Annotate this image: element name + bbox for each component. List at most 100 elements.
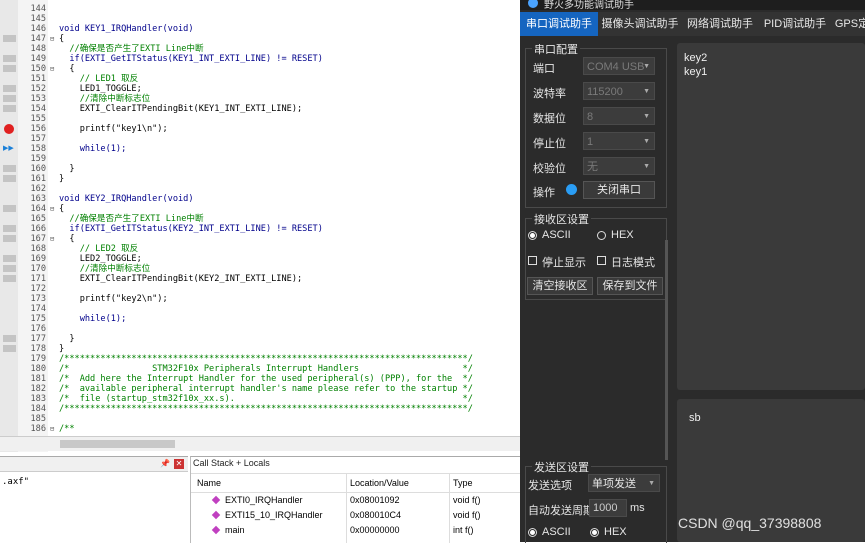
code-line[interactable]: 161} xyxy=(0,174,520,184)
tab-serial[interactable]: 串口调试助手 xyxy=(520,12,598,36)
code-line[interactable]: 145 xyxy=(0,14,520,24)
breakpoint-icon[interactable] xyxy=(4,124,14,134)
stopbits-select[interactable]: 1 ▼ xyxy=(583,132,655,150)
code-line[interactable]: 180 /* STM32F10x Peripherals Interrupt Ha… xyxy=(0,364,520,374)
code-editor[interactable]: 144 145 146 void KEY1_IRQHandler(void) 147 ⊟{… xyxy=(0,0,520,452)
code-line[interactable]: 159 xyxy=(0,154,520,164)
code-line[interactable]: 157 xyxy=(0,134,520,144)
code-line[interactable]: 166 if(EXTI_GetITStatus(KEY2_INT_EXTI_LI… xyxy=(0,224,520,234)
close-icon[interactable]: ✕ xyxy=(174,459,184,469)
code-line[interactable]: 182 /* available peripheral interrupt han… xyxy=(0,384,520,394)
code-line[interactable]: 148 //确保是否产生了EXTI Line中断 xyxy=(0,44,520,54)
recv-hex-radio[interactable] xyxy=(597,231,606,240)
code-line[interactable]: 174 xyxy=(0,304,520,314)
code-line[interactable]: 185 xyxy=(0,414,520,424)
code-line[interactable]: 170 //清除中断标志位 xyxy=(0,264,520,274)
executable-line-marker[interactable] xyxy=(3,95,16,102)
executable-line-marker[interactable] xyxy=(3,55,16,62)
side-scrollbar[interactable] xyxy=(665,240,668,460)
code-line[interactable]: 151 // LED1 取反 xyxy=(0,74,520,84)
code-line[interactable]: 164 ⊟{ xyxy=(0,204,520,214)
code-line[interactable]: 163 void KEY2_IRQHandler(void) xyxy=(0,194,520,204)
pin-icon[interactable]: 📌 xyxy=(160,459,170,469)
code-line[interactable]: 178} xyxy=(0,344,520,354)
code-line[interactable]: 181 /* Add here the Interrupt Handler for… xyxy=(0,374,520,384)
code-line[interactable]: 184 /************************************… xyxy=(0,404,520,414)
executable-line-marker[interactable] xyxy=(3,105,16,112)
column-header-location[interactable]: Location/Value xyxy=(350,478,409,488)
receive-area[interactable]: key2 key1 xyxy=(677,43,865,390)
fold-toggle-icon[interactable]: ⊟ xyxy=(50,424,58,434)
code-line[interactable]: 169 LED2_TOGGLE; xyxy=(0,254,520,264)
code-line[interactable]: 183 /* file (startup_stm32f10x_xx.s). */ xyxy=(0,394,520,404)
fold-toggle-icon[interactable]: ⊟ xyxy=(50,34,58,44)
databits-select[interactable]: 8 ▼ xyxy=(583,107,655,125)
executable-line-marker[interactable] xyxy=(3,65,16,72)
executable-line-marker[interactable] xyxy=(3,165,16,172)
code-line[interactable]: 168 // LED2 取反 xyxy=(0,244,520,254)
executable-line-marker[interactable] xyxy=(3,235,16,242)
code-line[interactable]: 160 } xyxy=(0,164,520,174)
port-select[interactable]: COM4 USB ▼ xyxy=(583,57,655,75)
executable-line-marker[interactable] xyxy=(3,35,16,42)
executable-line-marker[interactable] xyxy=(3,205,16,212)
executable-line-marker[interactable] xyxy=(3,85,16,92)
executable-line-marker[interactable] xyxy=(3,265,16,272)
code-line[interactable]: 146 void KEY1_IRQHandler(void) xyxy=(0,24,520,34)
parity-select[interactable]: 无 ▼ xyxy=(583,157,655,175)
horizontal-scrollbar[interactable] xyxy=(0,436,520,451)
code-line[interactable]: 172 xyxy=(0,284,520,294)
fold-toggle-icon[interactable]: ⊟ xyxy=(50,234,58,244)
fold-toggle-icon[interactable]: ⊟ xyxy=(50,204,58,214)
tab-camera[interactable]: 摄像头调试助手 xyxy=(600,12,680,36)
code-line[interactable]: 153 //清除中断标志位 xyxy=(0,94,520,104)
log-mode-checkbox[interactable] xyxy=(597,256,606,265)
executable-line-marker[interactable] xyxy=(3,175,16,182)
call-stack-row[interactable]: EXTI0_IRQHandler 0x08001092 void f() xyxy=(191,493,521,508)
code-line[interactable]: 144 xyxy=(0,4,520,14)
executable-line-marker[interactable] xyxy=(3,225,16,232)
send-ascii-radio[interactable] xyxy=(528,528,537,537)
clear-receive-button[interactable]: 清空接收区 xyxy=(527,277,593,295)
code-line[interactable]: 150 ⊟ { xyxy=(0,64,520,74)
code-line[interactable]: 177 } xyxy=(0,334,520,344)
column-header-name[interactable]: Name xyxy=(197,478,221,488)
send-hex-radio[interactable] xyxy=(590,528,599,537)
baud-select[interactable]: 115200 ▼ xyxy=(583,82,655,100)
executable-line-marker[interactable] xyxy=(3,275,16,282)
code-line[interactable]: 171 EXTI_ClearITPendingBit(KEY2_INT_EXTI… xyxy=(0,274,520,284)
code-line[interactable]: 186 ⊟/** xyxy=(0,424,520,434)
stop-display-checkbox[interactable] xyxy=(528,256,537,265)
send-option-select[interactable]: 单项发送 ▼ xyxy=(588,474,660,492)
save-to-file-button[interactable]: 保存到文件 xyxy=(597,277,663,295)
scrollbar-thumb[interactable] xyxy=(60,440,175,448)
code-line[interactable]: 152 LED1_TOGGLE; xyxy=(0,84,520,94)
code-line[interactable]: 176 xyxy=(0,324,520,334)
code-line[interactable]: 147 ⊟{ xyxy=(0,34,520,44)
recv-ascii-radio[interactable] xyxy=(528,231,537,240)
code-line[interactable]: 165 //确保是否产生了EXTI Line中断 xyxy=(0,214,520,224)
code-line[interactable]: 162 xyxy=(0,184,520,194)
call-stack-row[interactable]: main 0x00000000 int f() xyxy=(191,523,521,538)
code-line[interactable]: 175 while(1); xyxy=(0,314,520,324)
code-line[interactable]: 154 EXTI_ClearITPendingBit(KEY1_INT_EXTI… xyxy=(0,104,520,114)
executable-line-marker[interactable] xyxy=(3,255,16,262)
code-line[interactable]: 158 while(1); xyxy=(0,144,520,154)
call-stack-row[interactable]: EXTI15_10_IRQHandler 0x080010C4 void f() xyxy=(191,508,521,523)
auto-period-input[interactable]: 1000 xyxy=(589,499,627,517)
baud-label: 波特率 xyxy=(533,88,566,100)
tab-gps[interactable]: GPS定 xyxy=(832,12,865,36)
executable-line-marker[interactable] xyxy=(3,345,16,352)
column-header-type[interactable]: Type xyxy=(453,478,473,488)
code-line[interactable]: 155 xyxy=(0,114,520,124)
code-line[interactable]: 156 printf("key1\n"); xyxy=(0,124,520,134)
code-line[interactable]: 179 /************************************… xyxy=(0,354,520,364)
code-line[interactable]: 173 printf("key2\n"); xyxy=(0,294,520,304)
tab-network[interactable]: 网络调试助手 xyxy=(682,12,758,36)
fold-toggle-icon[interactable]: ⊟ xyxy=(50,64,58,74)
close-port-button[interactable]: 关闭串口 xyxy=(583,181,655,199)
code-line[interactable]: 149 if(EXTI_GetITStatus(KEY1_INT_EXTI_LI… xyxy=(0,54,520,64)
tab-pid[interactable]: PID调试助手 xyxy=(760,12,830,36)
executable-line-marker[interactable] xyxy=(3,335,16,342)
code-line[interactable]: 167 ⊟ { xyxy=(0,234,520,244)
